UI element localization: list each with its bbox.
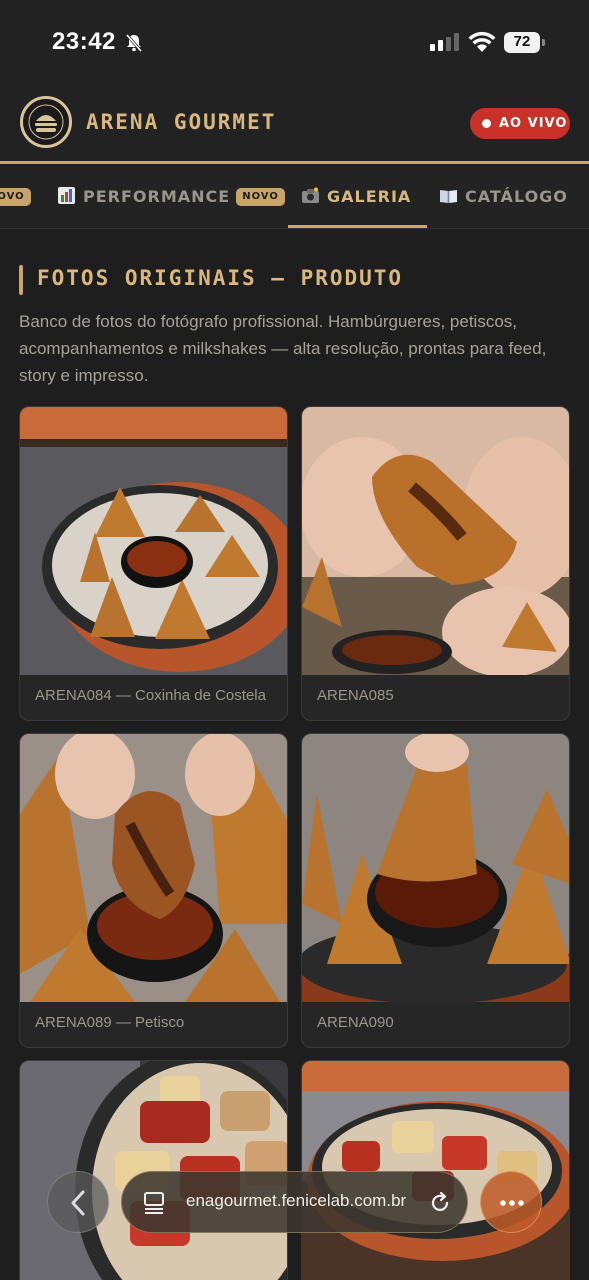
- battery-icon: 72: [504, 32, 545, 53]
- photo-caption: ARENA089 — Petisco: [35, 1014, 185, 1031]
- new-badge: NOVO: [0, 188, 31, 206]
- status-bar: 23:42 72: [0, 0, 589, 86]
- book-icon: [440, 190, 457, 203]
- tabs-icon: [144, 1192, 164, 1214]
- bar-chart-icon: [58, 187, 75, 204]
- tab-label: CATÁLOGO: [465, 187, 568, 206]
- section-title: FOTOS ORIGINAIS — PRODUTO: [37, 266, 404, 290]
- address-bar[interactable]: enagourmet.fenicelab.com.br: [121, 1171, 468, 1233]
- app-header: ARENA GOURMET AO VIVO: [0, 86, 589, 164]
- photo-caption: ARENA084 — Coxinha de Costela: [35, 687, 266, 704]
- live-label: AO VIVO: [499, 116, 568, 131]
- tab-galeria[interactable]: GALERIA: [287, 167, 428, 228]
- section-description: Banco de fotos do fotógrafo profissional…: [19, 312, 547, 385]
- gallery-card[interactable]: ARENA085: [301, 406, 570, 721]
- gallery-card[interactable]: [301, 1060, 570, 1280]
- gallery-card[interactable]: [19, 1060, 288, 1280]
- signal-icon: [430, 33, 459, 51]
- photo-caption: ARENA090: [317, 1014, 394, 1031]
- photo-coxinha-filling: [20, 734, 287, 1002]
- reload-icon[interactable]: [428, 1191, 452, 1215]
- photo-coxinha-hands: [302, 407, 569, 675]
- live-button[interactable]: AO VIVO: [470, 108, 570, 139]
- url-text: enagourmet.fenicelab.com.br: [186, 1191, 407, 1210]
- chevron-left-icon: [71, 1190, 85, 1216]
- section-accent-bar: [19, 265, 23, 295]
- gallery-card[interactable]: ARENA089 — Petisco: [19, 733, 288, 1048]
- live-dot-icon: [482, 119, 491, 128]
- bell-muted-icon: [125, 34, 143, 52]
- status-time: 23:42: [52, 28, 116, 55]
- photo-coxinha-dip: [302, 734, 569, 1002]
- tab-catalogo[interactable]: CATÁLOGO: [440, 167, 568, 228]
- tab-performance[interactable]: PERFORMANCE NOVO: [58, 167, 285, 228]
- tab-label: PERFORMANCE: [83, 187, 231, 206]
- photo-coxinha-plate: [20, 407, 287, 675]
- tab-label: GALERIA: [327, 187, 412, 206]
- back-button[interactable]: [47, 1171, 109, 1233]
- tab-previous[interactable]: NOVO: [0, 167, 31, 228]
- wifi-icon: [468, 31, 496, 52]
- brand-name: ARENA GOURMET: [86, 110, 277, 134]
- arena-gourmet-logo[interactable]: [20, 96, 72, 148]
- photo-caption: ARENA085: [317, 687, 394, 704]
- tab-bar: NOVO PERFORMANCE NOVO GALERIA CATÁLOGO: [0, 167, 589, 229]
- more-options-button[interactable]: [480, 1171, 542, 1233]
- gallery-card[interactable]: ARENA084 — Coxinha de Costela: [19, 406, 288, 721]
- gallery-card[interactable]: ARENA090: [301, 733, 570, 1048]
- battery-percent: 72: [513, 33, 531, 50]
- camera-icon: [302, 187, 319, 203]
- ellipsis-icon: [500, 1200, 524, 1206]
- new-badge: NOVO: [236, 188, 285, 206]
